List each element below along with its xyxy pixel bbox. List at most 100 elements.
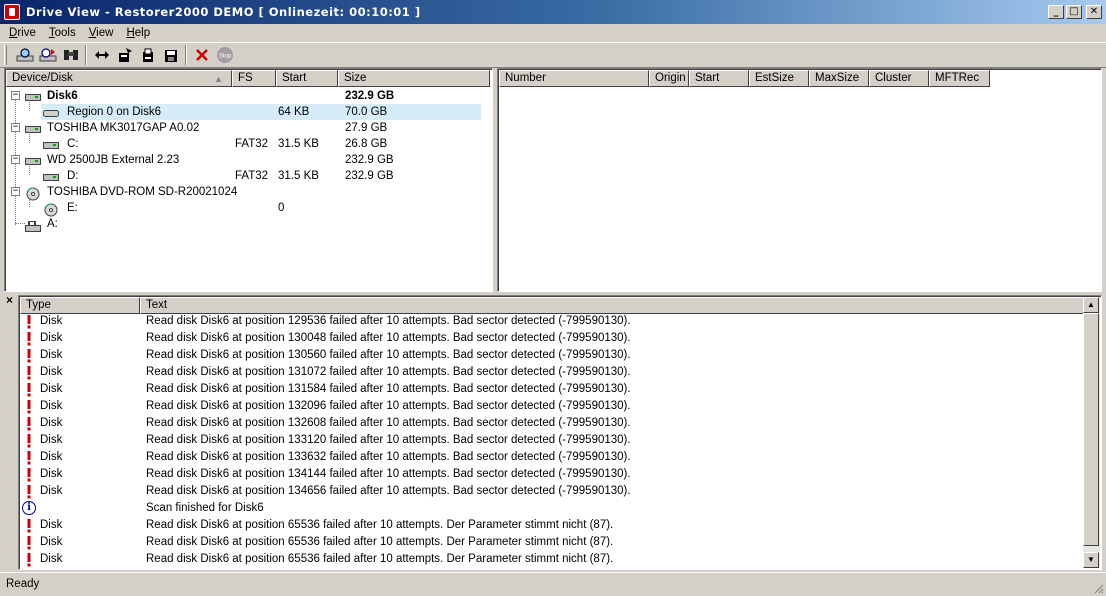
print-button[interactable] [136,44,159,66]
search-button[interactable] [59,44,82,66]
log-row[interactable]: Disk Read disk Disk6 at position 132096 f… [19,398,1065,415]
hdd-icon [25,91,41,101]
log-text: Read disk Disk6 at position 132096 faile… [146,400,631,412]
collapse-toggle[interactable]: − [11,91,20,100]
collapse-toggle[interactable]: − [11,123,20,132]
col-maxsize[interactable]: MaxSize [809,70,869,87]
col-device-disk[interactable]: Device/Disk ▲ [6,70,232,87]
tree-item[interactable]: − TOSHIBA DVD-ROM SD-R20021024 [5,184,481,201]
find-drive-icon [16,48,33,62]
title-bar[interactable]: Drive View - Restorer2000 DEMO [ Onlinez… [0,0,1106,24]
error-icon [27,451,31,465]
col-number[interactable]: Number [499,70,649,87]
menu-view[interactable]: View [80,27,118,39]
col-start[interactable]: Start [689,70,749,87]
tree-item-size: 26.8 GB [345,138,388,150]
log-close-button[interactable]: × [6,294,18,308]
collapse-toggle[interactable]: − [11,187,20,196]
tree-item[interactable]: − Disk6 232.9 GB [5,88,481,104]
menu-drive[interactable]: Drive [0,27,40,39]
device-tree-header: Device/Disk ▲ FS Start Size [6,70,490,87]
arrows-icon [94,51,109,59]
log-row[interactable]: Disk Read disk Disk6 at position 131072 f… [19,364,1065,381]
log-row[interactable]: Disk Read disk Disk6 at position 130048 f… [19,330,1065,347]
window-controls: _ □ ✕ [1048,5,1102,19]
close-button[interactable]: ✕ [1086,5,1102,19]
tree-item[interactable]: Region 0 on Disk6 64 KB 70.0 GB [41,104,481,120]
tree-item[interactable]: E: 0 [41,200,481,217]
log-row[interactable]: Disk Read disk Disk6 at position 129536 f… [19,313,1065,330]
log-row[interactable]: Disk Read disk Disk6 at position 65536 fa… [19,517,1065,534]
col-mftrec[interactable]: MFTRec [929,70,990,87]
sort-ascending-icon: ▲ [214,74,223,84]
scroll-down-button[interactable]: ▼ [1083,552,1099,568]
tree-item-name: Disk6 [47,90,78,102]
tree-item[interactable]: A: [5,216,481,232]
print-icon [142,48,153,62]
col-fs[interactable]: FS [232,70,276,87]
tree-item[interactable]: − TOSHIBA MK3017GAP A0.02 27.9 GB [5,120,481,136]
menu-tools[interactable]: Tools [40,27,80,39]
log-row[interactable]: Disk Read disk Disk6 at position 134656 f… [19,483,1065,500]
log-row[interactable]: Disk Read disk Disk6 at position 133120 f… [19,432,1065,449]
log-row[interactable]: Disk Read disk Disk6 at position 132608 f… [19,415,1065,432]
log-scrollbar[interactable]: ▲ ▼ [1083,297,1100,568]
log-row[interactable]: Disk Read disk Disk6 at position 131584 f… [19,381,1065,398]
log-text: Read disk Disk6 at position 132608 faile… [146,417,631,429]
col-start[interactable]: Start [276,70,338,87]
menu-help[interactable]: Help [117,27,154,39]
hdd-icon [25,155,41,165]
log-row[interactable]: Disk Read disk Disk6 at position 133632 f… [19,449,1065,466]
log-type: Disk [40,383,63,395]
error-icon [27,417,31,431]
scroll-up-button[interactable]: ▲ [1083,297,1099,313]
log-type: Disk [40,434,63,446]
minimize-button[interactable]: _ [1048,5,1064,19]
log-row[interactable]: Disk Read disk Disk6 at position 65536 fa… [19,534,1065,551]
stop-label: Stop [218,54,231,60]
compare-button[interactable] [90,44,113,66]
col-device-disk-label: Device/Disk [12,72,73,84]
col-text[interactable]: Text [140,297,1084,314]
open-button[interactable] [113,44,136,66]
tree-item[interactable]: C: FAT32 31.5 KB 26.8 GB [41,136,481,152]
col-cluster[interactable]: Cluster [869,70,929,87]
log-row[interactable]: Disk Read disk Disk6 at position 65536 fa… [19,551,1065,568]
log-text: Scan finished for Disk6 [146,502,264,514]
scan-button[interactable] [36,44,59,66]
tree-item[interactable]: − WD 2500JB External 2.23 232.9 GB [5,152,481,168]
log-row[interactable]: Disk Read disk Disk6 at position 134144 f… [19,466,1065,483]
log-text: Read disk Disk6 at position 131072 faile… [146,366,631,378]
cancel-button[interactable] [190,44,213,66]
error-icon [27,400,31,414]
maximize-button[interactable]: □ [1066,5,1082,19]
col-size[interactable]: Size [338,70,490,87]
log-text: Read disk Disk6 at position 65536 failed… [146,553,614,565]
log-text: Read disk Disk6 at position 65536 failed… [146,519,614,531]
scroll-thumb[interactable] [1083,313,1099,546]
save-button[interactable] [159,44,182,66]
log-type: Disk [40,332,63,344]
scan-icon [39,48,56,62]
col-origin[interactable]: Origin [649,70,689,87]
toolbar-grip[interactable] [4,45,7,65]
toolbar-separator [85,45,87,65]
collapse-toggle[interactable]: − [11,155,20,164]
col-estsize[interactable]: EstSize [749,70,809,87]
error-icon [27,553,31,567]
log-row[interactable]: i Scan finished for Disk6 [19,500,1065,517]
log-row[interactable]: Disk Read disk Disk6 at position 130560 f… [19,347,1065,364]
find-drive-button[interactable] [13,44,36,66]
tree-item-name: D: [67,170,79,182]
log-text: Read disk Disk6 at position 129536 faile… [146,315,631,327]
floppy-icon [25,219,41,232]
log-type: Disk [40,400,63,412]
tree-item-size: 27.9 GB [345,122,388,134]
stop-button[interactable]: Stop [213,44,236,66]
log-header: Type Text [20,297,1084,314]
col-type[interactable]: Type [20,297,140,314]
tree-item-start: 31.5 KB [278,170,319,182]
resize-grip-icon[interactable] [1092,582,1104,594]
stop-icon: Stop [216,47,233,63]
tree-item[interactable]: D: FAT32 31.5 KB 232.9 GB [41,168,481,184]
